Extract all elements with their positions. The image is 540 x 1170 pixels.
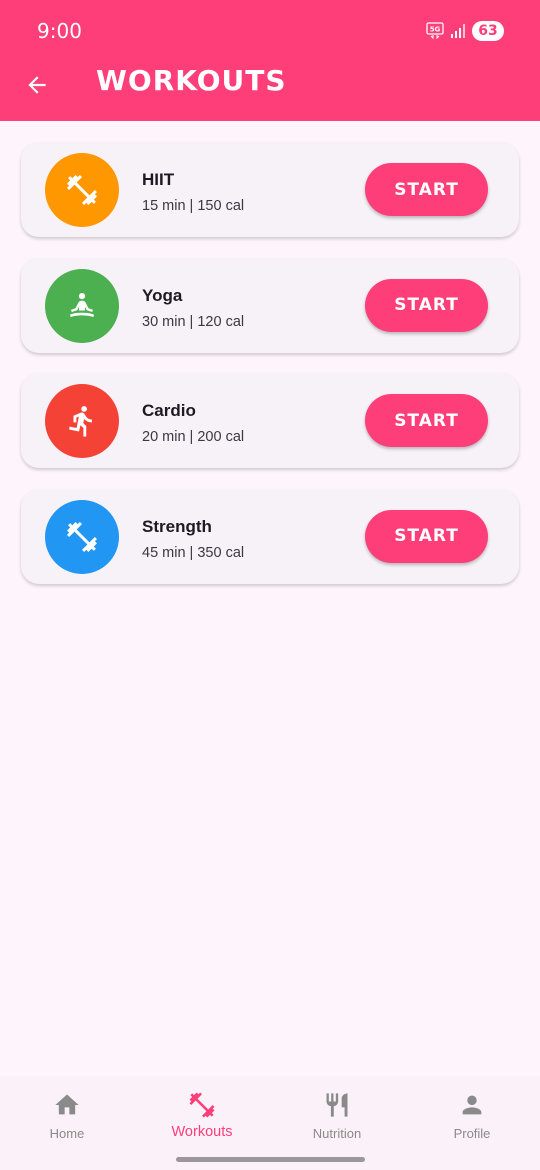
workout-card-yoga[interactable]: Yoga 30 min | 120 cal START bbox=[21, 257, 519, 353]
running-icon bbox=[69, 406, 92, 437]
workout-meta: 45 min | 350 cal bbox=[142, 544, 245, 561]
workout-name: HIIT bbox=[142, 170, 175, 189]
app-bar: 9:00 5G 63 WORKOUTS bbox=[0, 0, 540, 121]
back-button[interactable] bbox=[22, 70, 52, 100]
workout-meta: 30 min | 120 cal bbox=[142, 313, 245, 330]
restaurant-icon bbox=[326, 1093, 348, 1117]
workout-list: HIIT 15 min | 150 cal START Yoga 30 min … bbox=[21, 142, 519, 604]
nav-label-nutrition: Nutrition bbox=[312, 1126, 362, 1141]
page-title: WORKOUTS bbox=[96, 64, 287, 97]
workout-card-cardio[interactable]: Cardio 20 min | 200 cal START bbox=[21, 373, 519, 468]
nav-label-workouts: Workouts bbox=[171, 1124, 233, 1140]
start-button[interactable]: START bbox=[365, 163, 488, 216]
start-button[interactable]: START bbox=[365, 278, 488, 332]
home-indicator[interactable] bbox=[176, 1157, 365, 1162]
battery-indicator: 63 bbox=[472, 21, 504, 41]
status-time: 9:00 bbox=[37, 19, 82, 43]
arrow-back-icon bbox=[28, 76, 46, 94]
network-5g-icon: 5G bbox=[426, 22, 444, 40]
bottom-navigation: Home Workouts Nutrition Profile bbox=[0, 1076, 540, 1170]
nav-item-home[interactable]: Home bbox=[7, 1090, 127, 1150]
workout-icon-circle bbox=[45, 268, 119, 343]
workout-name: Strength bbox=[142, 516, 212, 536]
dumbbell-icon bbox=[189, 1092, 215, 1118]
start-button[interactable]: START bbox=[365, 394, 488, 447]
nav-label-profile: Profile bbox=[453, 1126, 491, 1141]
nav-item-profile[interactable]: Profile bbox=[412, 1090, 532, 1150]
nav-item-nutrition[interactable]: Nutrition bbox=[277, 1090, 397, 1150]
workout-meta: 20 min | 200 cal bbox=[142, 429, 245, 445]
dumbbell-icon bbox=[67, 521, 97, 552]
workout-card-hiit[interactable]: HIIT 15 min | 150 cal START bbox=[21, 142, 519, 237]
workout-icon-circle bbox=[45, 499, 119, 574]
start-button[interactable]: START bbox=[365, 509, 488, 563]
svg-text:5G: 5G bbox=[430, 26, 441, 34]
status-bar: 9:00 5G 63 bbox=[0, 0, 540, 60]
meditation-icon bbox=[69, 292, 95, 317]
home-icon bbox=[55, 1094, 79, 1115]
dumbbell-icon bbox=[67, 175, 97, 205]
status-icons: 5G 63 bbox=[426, 21, 504, 41]
workout-name: Yoga bbox=[142, 285, 183, 305]
signal-icon bbox=[451, 24, 465, 38]
nav-item-workouts[interactable]: Workouts bbox=[142, 1090, 262, 1150]
workout-icon-circle bbox=[45, 384, 119, 458]
workout-meta: 15 min | 150 cal bbox=[142, 198, 245, 214]
nav-label-home: Home bbox=[49, 1126, 85, 1141]
person-icon bbox=[462, 1095, 482, 1115]
workout-card-strength[interactable]: Strength 45 min | 350 cal START bbox=[21, 488, 519, 584]
workout-name: Cardio bbox=[142, 401, 196, 420]
workout-icon-circle bbox=[45, 153, 119, 227]
